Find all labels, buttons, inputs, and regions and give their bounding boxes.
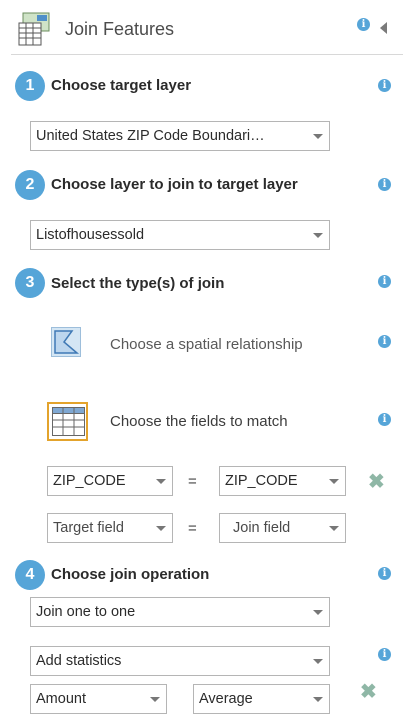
spatial-info-icon[interactable]: i	[378, 335, 391, 348]
target-field-select-empty[interactable]: Target field	[47, 513, 173, 543]
collapse-arrow-icon[interactable]	[380, 22, 387, 34]
chevron-down-icon	[156, 479, 166, 484]
target-layer-value: United States ZIP Code Boundari…	[36, 128, 265, 144]
step-3-info-icon[interactable]: i	[378, 275, 391, 288]
fields-table-icon[interactable]	[47, 402, 88, 441]
join-operation-value: Join one to one	[36, 604, 136, 620]
step-1-badge: 1	[15, 71, 45, 101]
chevron-down-icon	[150, 697, 160, 702]
step-2-badge: 2	[15, 170, 45, 200]
join-operation-select[interactable]: Join one to one	[30, 597, 330, 627]
chevron-down-icon	[156, 526, 166, 531]
target-layer-select[interactable]: United States ZIP Code Boundari…	[30, 121, 330, 151]
chevron-down-icon	[329, 526, 339, 531]
spatial-relationship-icon[interactable]	[51, 327, 81, 357]
statistic-field-value: Amount	[36, 691, 86, 707]
equals-sign: =	[188, 473, 197, 490]
join-field-placeholder: Join field	[233, 520, 291, 536]
statistics-info-icon[interactable]: i	[378, 648, 391, 661]
join-field-value: ZIP_CODE	[225, 473, 298, 489]
target-field-select[interactable]: ZIP_CODE	[47, 466, 173, 496]
join-layer-select[interactable]: Listofhousessold	[30, 220, 330, 250]
target-field-placeholder: Target field	[53, 520, 124, 536]
spatial-relationship-option[interactable]: Choose a spatial relationship	[110, 335, 303, 355]
join-layer-value: Listofhousessold	[36, 227, 145, 243]
equals-sign: =	[188, 520, 197, 537]
fields-info-icon[interactable]: i	[378, 413, 391, 426]
join-field-select[interactable]: ZIP_CODE	[219, 466, 346, 496]
step-1-title: Choose target layer	[51, 77, 192, 94]
remove-statistic-icon[interactable]: ✖	[360, 682, 377, 702]
step-4-title: Choose join operation	[51, 566, 210, 583]
info-icon[interactable]: i	[357, 18, 370, 31]
fields-match-option[interactable]: Choose the fields to match	[110, 412, 288, 432]
step-2-info-icon[interactable]: i	[378, 178, 391, 191]
chevron-down-icon	[313, 697, 323, 702]
remove-field-pair-icon[interactable]: ✖	[368, 472, 385, 492]
step-4-info-icon[interactable]: i	[378, 567, 391, 580]
join-features-tool-icon	[17, 11, 53, 47]
target-field-value: ZIP_CODE	[53, 473, 126, 489]
chevron-down-icon	[329, 479, 339, 484]
join-field-select-empty[interactable]: Join field	[219, 513, 346, 543]
chevron-down-icon	[313, 233, 323, 238]
statistics-value: Add statistics	[36, 653, 122, 669]
statistic-field-select[interactable]: Amount	[30, 684, 167, 714]
step-1-info-icon[interactable]: i	[378, 79, 391, 92]
statistic-type-select[interactable]: Average	[193, 684, 330, 714]
chevron-down-icon	[313, 659, 323, 664]
panel-title: Join Features	[65, 19, 175, 39]
step-4-badge: 4	[15, 560, 45, 590]
step-3-title: Select the type(s) of join	[51, 275, 225, 292]
statistics-select[interactable]: Add statistics	[30, 646, 330, 676]
statistic-type-value: Average	[199, 691, 253, 707]
step-3-badge: 3	[15, 268, 45, 298]
header-divider	[11, 54, 403, 55]
step-2-title: Choose layer to join to target layer	[51, 176, 298, 193]
chevron-down-icon	[313, 134, 323, 139]
chevron-down-icon	[313, 610, 323, 615]
